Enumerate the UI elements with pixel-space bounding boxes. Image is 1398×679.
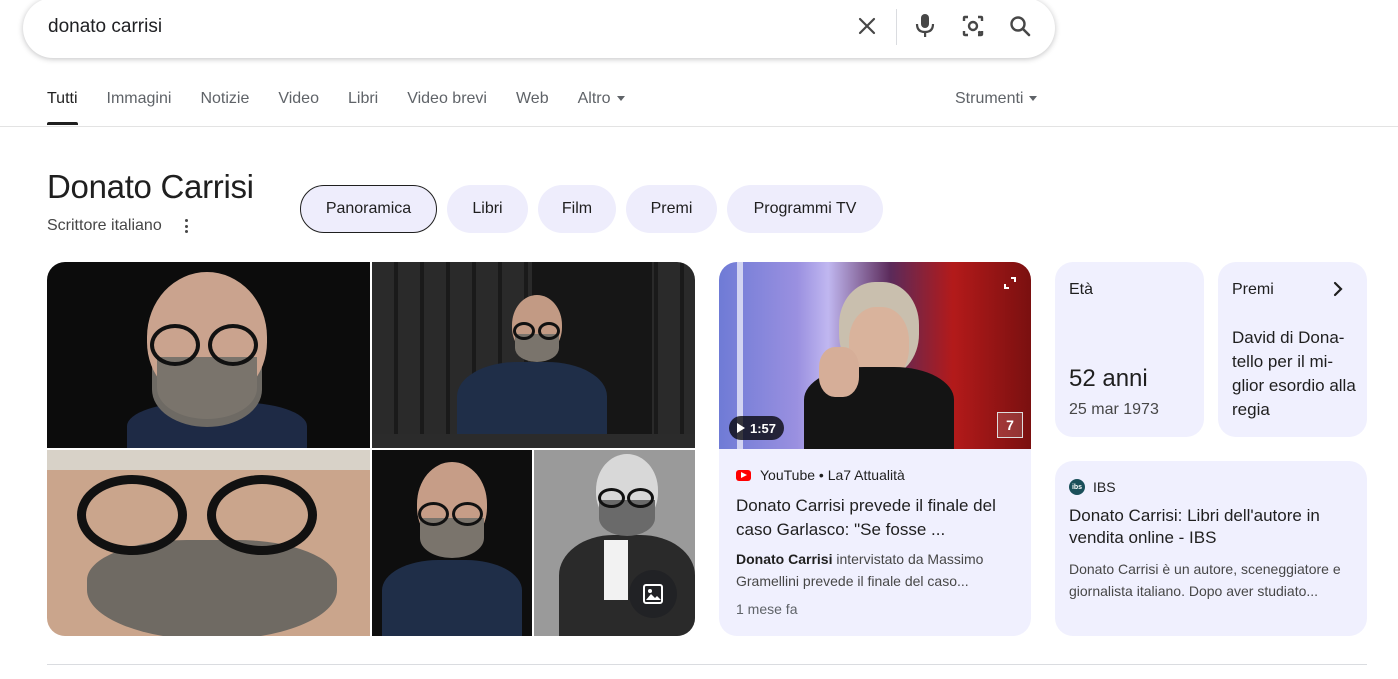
birth-date: 25 mar 1973	[1069, 401, 1159, 418]
age-card[interactable]: Età 52 anni 25 mar 1973	[1055, 262, 1204, 437]
microphone-icon[interactable]	[911, 12, 939, 40]
tabs-divider	[0, 126, 1398, 127]
chevron-down-icon	[616, 96, 625, 102]
tab-tutti[interactable]: Tutti	[47, 88, 78, 125]
ibs-snippet: Donato Carrisi è un autore, sceneggiator…	[1069, 561, 1341, 599]
image-gallery-icon[interactable]	[629, 570, 677, 618]
search-input[interactable]: donato carrisi	[48, 16, 162, 38]
chevron-right-icon[interactable]	[1331, 279, 1345, 299]
chip-programmi-tv[interactable]: Programmi TV	[727, 185, 883, 233]
ibs-source-label: IBS	[1093, 479, 1116, 495]
photo-portrait-4[interactable]	[372, 450, 532, 636]
photo-portrait-1[interactable]	[47, 262, 370, 448]
tab-altro-label: Altro	[577, 90, 611, 107]
chip-premi[interactable]: Premi	[626, 185, 717, 233]
play-icon	[737, 423, 745, 433]
chip-libri[interactable]: Libri	[447, 185, 528, 233]
entity-chips: Panoramica Libri Film Premi Programmi TV	[300, 185, 893, 233]
search-divider	[896, 9, 897, 45]
entity-title[interactable]: Donato Carrisi	[47, 168, 254, 206]
expand-icon[interactable]	[1003, 276, 1017, 290]
video-card[interactable]: 7 1:57 YouTube • La7 Attualità Donato Ca…	[719, 262, 1031, 636]
tab-altro[interactable]: Altro	[578, 88, 625, 118]
youtube-icon	[736, 469, 751, 481]
ibs-logo-icon: ibs	[1069, 479, 1085, 495]
tab-notizie[interactable]: Notizie	[200, 88, 249, 118]
awards-card[interactable]: Premi David di Dona-tello per il mi-glio…	[1218, 262, 1367, 437]
chip-film[interactable]: Film	[538, 185, 616, 233]
tab-video[interactable]: Video	[278, 88, 319, 118]
tab-web[interactable]: Web	[516, 88, 549, 118]
tab-libri[interactable]: Libri	[348, 88, 378, 118]
photo-portrait-3[interactable]	[47, 450, 370, 636]
search-icon[interactable]	[1006, 12, 1034, 40]
video-duration: 1:57	[729, 416, 785, 440]
video-source-label: YouTube • La7 Attualità	[760, 467, 905, 483]
image-grid	[47, 262, 695, 636]
ibs-title[interactable]: Donato Carrisi: Libri dell'autore in ven…	[1069, 505, 1359, 549]
camera-lens-icon[interactable]	[959, 12, 987, 40]
video-duration-label: 1:57	[750, 420, 777, 436]
ibs-source: ibs IBS	[1069, 479, 1116, 495]
tab-video-brevi[interactable]: Video brevi	[407, 88, 487, 118]
chevron-down-icon	[1029, 96, 1038, 102]
age-value: 52 anni	[1069, 365, 1148, 392]
chip-panoramica[interactable]: Panoramica	[300, 185, 437, 233]
entity-subtitle: Scrittore italiano	[47, 217, 162, 234]
tools-button[interactable]: Strumenti	[955, 88, 1038, 110]
tab-immagini[interactable]: Immagini	[107, 88, 172, 118]
video-snippet: Donato Carrisi intervistato da Massimo G…	[736, 548, 1020, 592]
awards-label: Premi	[1232, 281, 1274, 298]
awards-text: David di Dona-tello per il mi-glior esor…	[1232, 328, 1356, 419]
video-time: 1 mese fa	[736, 601, 798, 617]
search-tabs: Tutti Immagini Notizie Video Libri Video…	[47, 88, 654, 125]
more-options-icon[interactable]	[181, 217, 191, 235]
age-label: Età	[1069, 281, 1094, 298]
section-divider	[47, 664, 1367, 665]
search-bar[interactable]: donato carrisi	[23, 0, 1055, 58]
video-snippet-bold: Donato Carrisi	[736, 551, 833, 567]
close-icon[interactable]	[853, 12, 881, 40]
tools-label: Strumenti	[955, 90, 1024, 107]
photo-portrait-2[interactable]	[372, 262, 695, 448]
channel-badge: 7	[997, 412, 1023, 438]
video-title[interactable]: Donato Carrisi prevede il finale del cas…	[736, 494, 1020, 542]
ibs-card[interactable]: ibs IBS Donato Carrisi: Libri dell'autore…	[1055, 461, 1367, 636]
video-source: YouTube • La7 Attualità	[736, 467, 905, 483]
